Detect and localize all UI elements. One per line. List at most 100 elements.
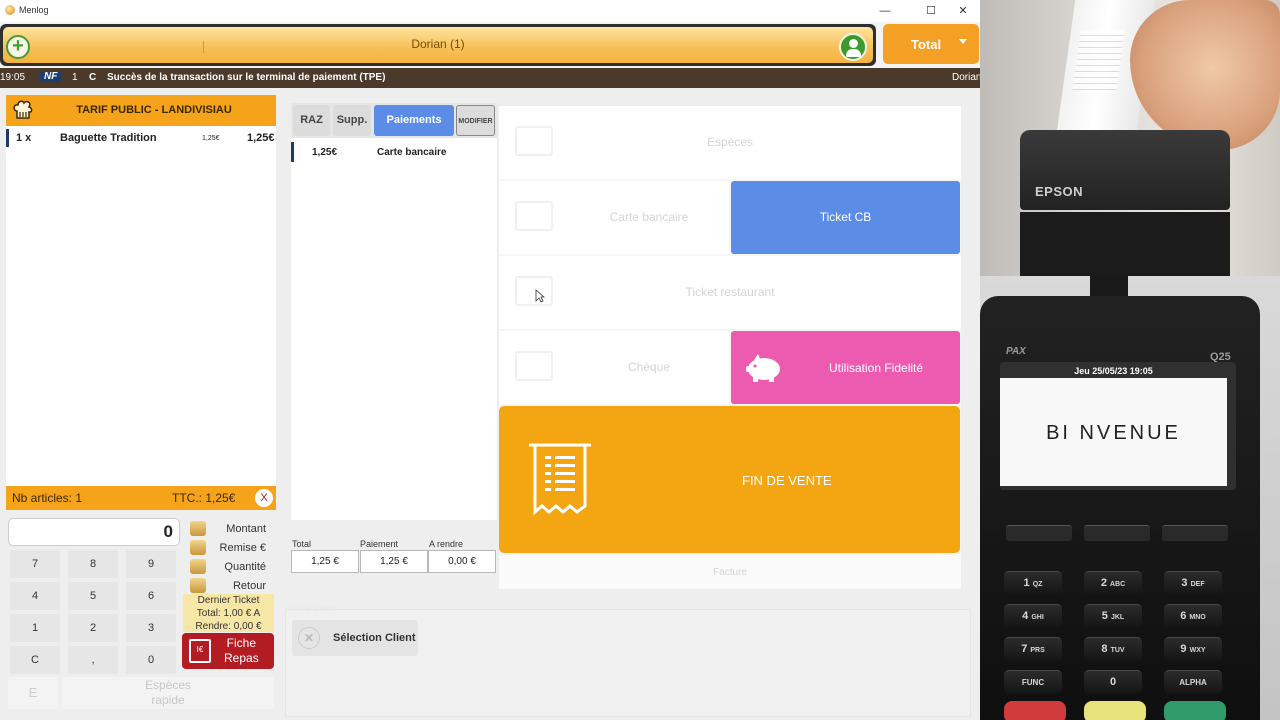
cash-icon bbox=[515, 126, 553, 156]
printer-camera-view: EPSON bbox=[980, 0, 1280, 276]
maximize-button[interactable]: ☐ bbox=[916, 2, 946, 20]
client-bar[interactable]: + Dorian (1) bbox=[0, 24, 876, 66]
chevron-down-icon[interactable] bbox=[959, 39, 967, 44]
ticket-line-total: 1,25€ bbox=[247, 132, 275, 144]
key-8[interactable]: 8 bbox=[68, 550, 118, 578]
key-7[interactable]: 7 bbox=[10, 550, 60, 578]
status-time: 19:05 bbox=[0, 72, 26, 83]
key-letters: MNO bbox=[1189, 614, 1206, 621]
close-icon[interactable]: ✕ bbox=[298, 627, 320, 649]
last-ticket-change: Rendre: 0,00 € bbox=[195, 621, 262, 632]
payment-row[interactable]: 1,25€ Carte bancaire bbox=[291, 142, 497, 162]
coins-icon bbox=[190, 521, 206, 536]
key-letters: WXY bbox=[1189, 647, 1206, 654]
tariff-title: TARIF PUBLIC - LANDIVISIAU bbox=[76, 104, 232, 116]
fidelite-label: Utilisation Fidelité bbox=[829, 361, 924, 375]
key-comma[interactable]: , bbox=[68, 646, 118, 674]
status-flag: C bbox=[89, 72, 97, 83]
key-9[interactable]: 9 bbox=[126, 550, 176, 578]
key-letters: TUV bbox=[1110, 647, 1125, 654]
terminal-key-8: 8 TUV bbox=[1084, 637, 1142, 661]
client-user-icon[interactable] bbox=[839, 33, 867, 61]
last-ticket-info[interactable]: Dernier Ticket Total: 1,00 € A Rendre: 0… bbox=[183, 594, 274, 632]
especes-button[interactable]: Espèces bbox=[499, 106, 961, 179]
fin-de-vente-button[interactable]: FIN DE VENTE bbox=[499, 406, 960, 553]
carte-bancaire-label: Carte bancaire bbox=[609, 210, 689, 224]
mouse-cursor-icon bbox=[535, 289, 545, 303]
key-digit: 9 bbox=[1180, 643, 1187, 655]
key-2[interactable]: 2 bbox=[68, 614, 118, 642]
modifier-button[interactable]: MODIFIER bbox=[456, 105, 495, 136]
terminal-clear-key bbox=[1084, 701, 1146, 720]
facture-button[interactable]: Facture bbox=[499, 556, 961, 589]
key-letters: PRS bbox=[1030, 647, 1045, 654]
ticket-qty: 1 x bbox=[16, 132, 32, 144]
hand bbox=[1130, 0, 1280, 150]
clear-ticket-button[interactable]: X bbox=[255, 489, 273, 507]
terminal-cancel-key bbox=[1004, 701, 1066, 720]
key-digit: 6 bbox=[1180, 610, 1187, 622]
cheque-button[interactable]: Chèque bbox=[499, 331, 729, 404]
fiche-label-line2: Repas bbox=[224, 651, 259, 665]
retour-button[interactable]: Retour bbox=[186, 578, 274, 595]
ticket-cb-button[interactable]: Ticket CB bbox=[731, 181, 960, 254]
terminal-key-6: 6 MNO bbox=[1164, 604, 1222, 628]
terminal-screen: BI NVENUE bbox=[1000, 378, 1227, 486]
e-button[interactable]: E bbox=[8, 677, 58, 709]
payment-method: Carte bancaire bbox=[377, 147, 447, 158]
select-client-label: Sélection Client bbox=[333, 632, 416, 644]
close-window-button[interactable]: ✕ bbox=[948, 2, 978, 20]
status-user: Dorian bbox=[952, 72, 980, 83]
key-4[interactable]: 4 bbox=[10, 582, 60, 610]
terminal-brand: PAX bbox=[1006, 346, 1026, 357]
terminal-key-alpha: ALPHA bbox=[1164, 670, 1222, 694]
key-letters: QZ bbox=[1032, 581, 1043, 588]
key-3[interactable]: 3 bbox=[126, 614, 176, 642]
key-digit: 4 bbox=[1022, 610, 1029, 622]
selection-marker bbox=[291, 142, 294, 162]
total-button[interactable]: Total bbox=[883, 24, 979, 64]
tab-paiements[interactable]: Paiements bbox=[374, 105, 454, 136]
window-title: Menlog bbox=[19, 5, 49, 15]
key-digit: 8 bbox=[1101, 643, 1108, 655]
supp-button[interactable]: Supp. bbox=[333, 105, 371, 136]
payment-terminal-view: PAX Q25 Jeu 25/05/23 19:05 BI NVENUE 1 Q… bbox=[980, 276, 1280, 720]
ticket-restaurant-button[interactable]: Ticket restaurant bbox=[499, 256, 961, 329]
cheque-label: Chèque bbox=[627, 360, 671, 374]
terminal-key-5: 5 JKL bbox=[1084, 604, 1142, 628]
key-6[interactable]: 6 bbox=[126, 582, 176, 610]
payment-terminal: PAX Q25 Jeu 25/05/23 19:05 BI NVENUE 1 Q… bbox=[980, 296, 1260, 720]
key-5[interactable]: 5 bbox=[68, 582, 118, 610]
fidelite-button[interactable]: Utilisation Fidelité bbox=[731, 331, 960, 404]
a-rendre-value: 0,00 € bbox=[428, 550, 496, 573]
key-clear[interactable]: C bbox=[10, 646, 60, 674]
fiche-label-line1: Fiche bbox=[226, 636, 257, 650]
quantite-button[interactable]: Quantité bbox=[186, 559, 274, 576]
key-0[interactable]: 0 bbox=[126, 646, 176, 674]
montant-button[interactable]: Montant bbox=[186, 521, 274, 538]
ticket-row[interactable]: 1 x Baguette Tradition 1,25€ 1,25€ bbox=[6, 129, 276, 149]
app-window: Menlog — ☐ ✕ + Dorian (1) Total 19:05 NF… bbox=[0, 0, 980, 720]
nf-badge: NF bbox=[40, 71, 62, 82]
terminal-message: BI NVENUE bbox=[1046, 422, 1181, 444]
carte-bancaire-button[interactable]: Carte bancaire bbox=[499, 181, 729, 254]
key-digit: 5 bbox=[1101, 610, 1108, 622]
numpad-display[interactable]: 0 bbox=[8, 518, 180, 546]
title-bar: Menlog — ☐ ✕ bbox=[0, 0, 980, 22]
key-digit: 3 bbox=[1181, 577, 1188, 589]
remise-button[interactable]: Remise € bbox=[186, 540, 274, 557]
fiche-repas-button[interactable]: I€ Fiche Repas bbox=[182, 633, 274, 669]
terminal-menu-key bbox=[1162, 525, 1228, 541]
especes-rapide-button[interactable]: Espèces rapide bbox=[62, 677, 274, 709]
boxes-icon bbox=[190, 559, 206, 574]
meal-ticket-icon bbox=[515, 276, 553, 306]
raz-button[interactable]: RAZ bbox=[293, 105, 330, 136]
client-name: Dorian (1) bbox=[411, 37, 465, 51]
select-client-button[interactable]: ✕ Sélection Client bbox=[292, 620, 418, 656]
terminal-key-9: 9 WXY bbox=[1164, 637, 1222, 661]
minimize-button[interactable]: — bbox=[870, 2, 900, 20]
key-1[interactable]: 1 bbox=[10, 614, 60, 642]
paiement-label: Paiement bbox=[360, 539, 399, 549]
terminal-key-4: 4 GHI bbox=[1004, 604, 1062, 628]
meal-voucher-icon: I€ bbox=[189, 639, 211, 663]
